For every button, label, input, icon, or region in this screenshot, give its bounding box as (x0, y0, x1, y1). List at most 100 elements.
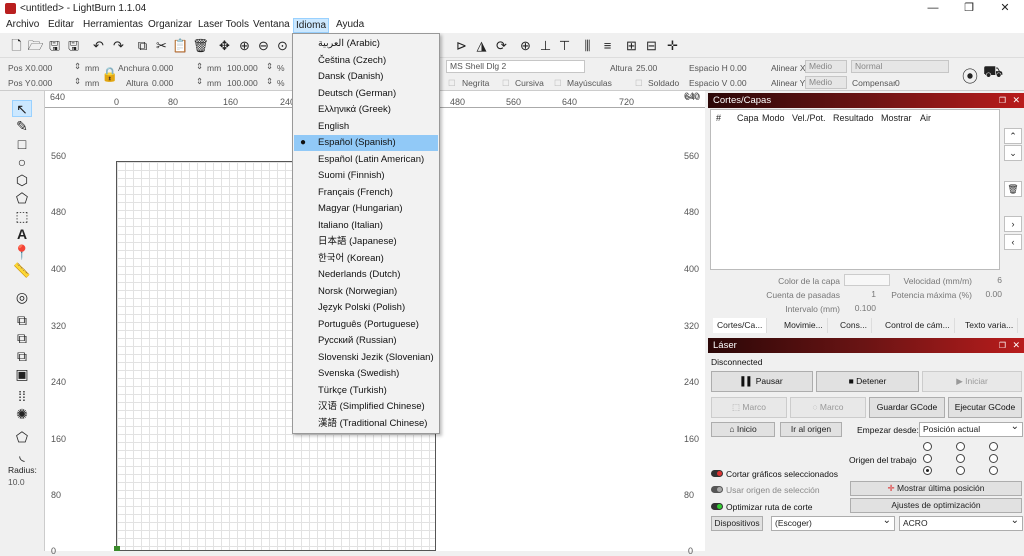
optimization-settings-button[interactable]: Ajustes de optimización (850, 498, 1022, 513)
delete-layer-button[interactable]: 🗑 (1004, 181, 1022, 197)
align-bottom-icon[interactable]: ⊥ (537, 37, 554, 54)
start-button[interactable]: ▶ Iniciar (922, 371, 1022, 392)
menu-idioma[interactable]: Idioma (293, 18, 330, 33)
float-icon[interactable]: ❐ (999, 93, 1006, 108)
pause-button[interactable]: ▌▌ Pausar (711, 371, 813, 392)
language-menu-item[interactable]: Slovenski Jezik (Slovenian) (294, 350, 438, 366)
flip-icon[interactable]: ⊳ (453, 37, 470, 54)
layers-table[interactable]: # Capa Modo Vel./Pot. Resultado Mostrar … (710, 109, 1000, 270)
language-menu-item[interactable]: Español (Latin American) (294, 152, 438, 168)
font-select[interactable]: MS Shell Dlg 2 (446, 60, 585, 73)
origin-radio[interactable] (956, 442, 965, 451)
save-as-icon[interactable]: 🖫 (65, 37, 82, 54)
grid-array-icon[interactable]: ⁞⁞ (12, 388, 32, 405)
frame-button[interactable]: ⬚ Marco (711, 397, 787, 418)
language-menu-item[interactable]: Magyar (Hungarian) (294, 201, 438, 217)
tab-vartext[interactable]: Texto varia... (961, 318, 1019, 333)
save-icon[interactable]: 🖫 (46, 37, 63, 54)
rotate-icon[interactable]: ⟳ (493, 37, 510, 54)
tab-move[interactable]: Movimie... (780, 318, 828, 333)
posy-value[interactable]: 0.000 (31, 78, 52, 88)
language-menu-item[interactable]: Suomi (Finnish) (294, 168, 438, 184)
menu-archivo[interactable]: Archivo (4, 18, 41, 33)
left-arrow-button[interactable]: ‹ (1004, 234, 1022, 250)
power-value[interactable]: 0.00 (976, 288, 1006, 300)
menu-editar[interactable]: Editar (46, 18, 76, 33)
zoom-out-icon[interactable]: ⊖ (255, 37, 272, 54)
offset-icon[interactable]: ◎ (12, 289, 32, 306)
origin-radio-selected[interactable] (923, 466, 932, 475)
italic-checkbox-icon[interactable]: ☐ (502, 78, 510, 89)
polygon-icon[interactable]: ⬡ (12, 172, 32, 189)
distribute-h-icon[interactable]: ⫼ (579, 37, 596, 54)
menu-ventana[interactable]: Ventana (251, 18, 292, 33)
language-menu-item[interactable]: Português (Portuguese) (294, 317, 438, 333)
save-gcode-button[interactable]: Guardar GCode (869, 397, 945, 418)
edit-nodes-icon[interactable]: ✎ (12, 118, 32, 135)
menu-herramientas[interactable]: Herramientas (81, 18, 145, 33)
alignx-select[interactable]: Medio (805, 60, 847, 73)
move-down-button[interactable]: ⌄ (1004, 145, 1022, 161)
go-origin-button[interactable]: Ir al origen (780, 422, 842, 437)
boolean-diff-icon[interactable]: ⧉ (12, 330, 32, 347)
position-icon[interactable]: 📍 (12, 244, 32, 261)
layer-color-swatch[interactable] (844, 274, 890, 286)
aligny-select[interactable]: Medio (805, 76, 847, 89)
redo-icon[interactable]: ↷ (110, 37, 127, 54)
origin-radio[interactable] (989, 442, 998, 451)
maximize-icon[interactable]: ❐ (952, 0, 986, 17)
grid-array-icon[interactable]: ⊞ (623, 37, 640, 54)
home-button[interactable]: ⌂ Inicio (711, 422, 775, 437)
boolean-int-icon[interactable]: ⧉ (12, 348, 32, 365)
language-menu-item[interactable]: Italiano (Italian) (294, 218, 438, 234)
language-menu-item[interactable]: العربية (Arabic) (294, 36, 438, 52)
start-from-select[interactable]: Posición actual (919, 420, 1023, 437)
posx-value[interactable]: 0.000 (31, 63, 52, 73)
crosshair-icon[interactable]: ✛ (664, 37, 681, 54)
language-menu-item[interactable]: 漢語 (Traditional Chinese) (294, 416, 438, 432)
spin-icon[interactable]: ⇕ (74, 61, 81, 72)
cut-icon[interactable]: ✂ (153, 37, 170, 54)
dock-icon[interactable]: ⊟ (643, 37, 660, 54)
spaceh-value[interactable]: 0.00 (730, 63, 747, 73)
scale-w-value[interactable]: 100.000 (227, 63, 258, 73)
welded-checkbox-icon[interactable]: ☐ (635, 78, 643, 89)
lock-icon[interactable]: 🔒 (101, 66, 118, 83)
normal-select[interactable]: Normal (851, 60, 949, 73)
origin-radio[interactable] (923, 442, 932, 451)
device-select[interactable]: ACRO (899, 514, 1023, 531)
language-menu-item[interactable]: Čeština (Czech) (294, 53, 438, 69)
upper-checkbox-icon[interactable]: ☐ (554, 78, 562, 89)
language-menu-item[interactable]: Norsk (Norwegian) (294, 284, 438, 300)
language-menu-item[interactable]: English (294, 119, 438, 135)
zoom-in-icon[interactable]: ⊕ (236, 37, 253, 54)
corner-icon[interactable]: ⬠ (12, 429, 32, 446)
spacev-value[interactable]: 0.00 (730, 78, 747, 88)
minimize-icon[interactable]: — (916, 0, 950, 17)
origin-radio[interactable] (989, 466, 998, 475)
undo-icon[interactable]: ↶ (90, 37, 107, 54)
language-menu-item[interactable]: Dansk (Danish) (294, 69, 438, 85)
language-menu-item[interactable]: Türkçe (Turkish) (294, 383, 438, 399)
close-icon[interactable]: ✕ (988, 0, 1022, 17)
language-menu-item[interactable]: Deutsch (German) (294, 86, 438, 102)
copy-icon[interactable]: ⧉ (134, 37, 151, 54)
port-select[interactable]: (Escoger) (771, 514, 895, 531)
align-top-icon[interactable]: ⊤ (556, 37, 573, 54)
new-file-icon[interactable]: 🗋 (8, 37, 25, 54)
show-last-position-button[interactable]: ✛ Mostrar última posición (850, 481, 1022, 496)
delete-icon[interactable]: 🗑 (192, 37, 209, 54)
language-menu-item[interactable]: 日本語 (Japanese) (294, 234, 438, 250)
use-origin-toggle[interactable] (711, 486, 723, 493)
origin-radio[interactable] (956, 466, 965, 475)
width-value[interactable]: 0.000 (152, 63, 173, 73)
spin-icon[interactable]: ⇕ (266, 76, 273, 87)
language-menu-item[interactable]: Ελληνικά (Greek) (294, 102, 438, 118)
origin-radio[interactable] (989, 454, 998, 463)
spin-icon[interactable]: ⇕ (196, 61, 203, 72)
fillet-icon[interactable]: ◟ (12, 447, 32, 464)
dotted-rect-icon[interactable]: ⬚ (12, 208, 32, 225)
language-menu-item[interactable]: ● Español (Spanish) (294, 135, 438, 151)
run-gcode-button[interactable]: Ejecutar GCode (948, 397, 1022, 418)
interval-value[interactable]: 0.100 (844, 302, 880, 314)
